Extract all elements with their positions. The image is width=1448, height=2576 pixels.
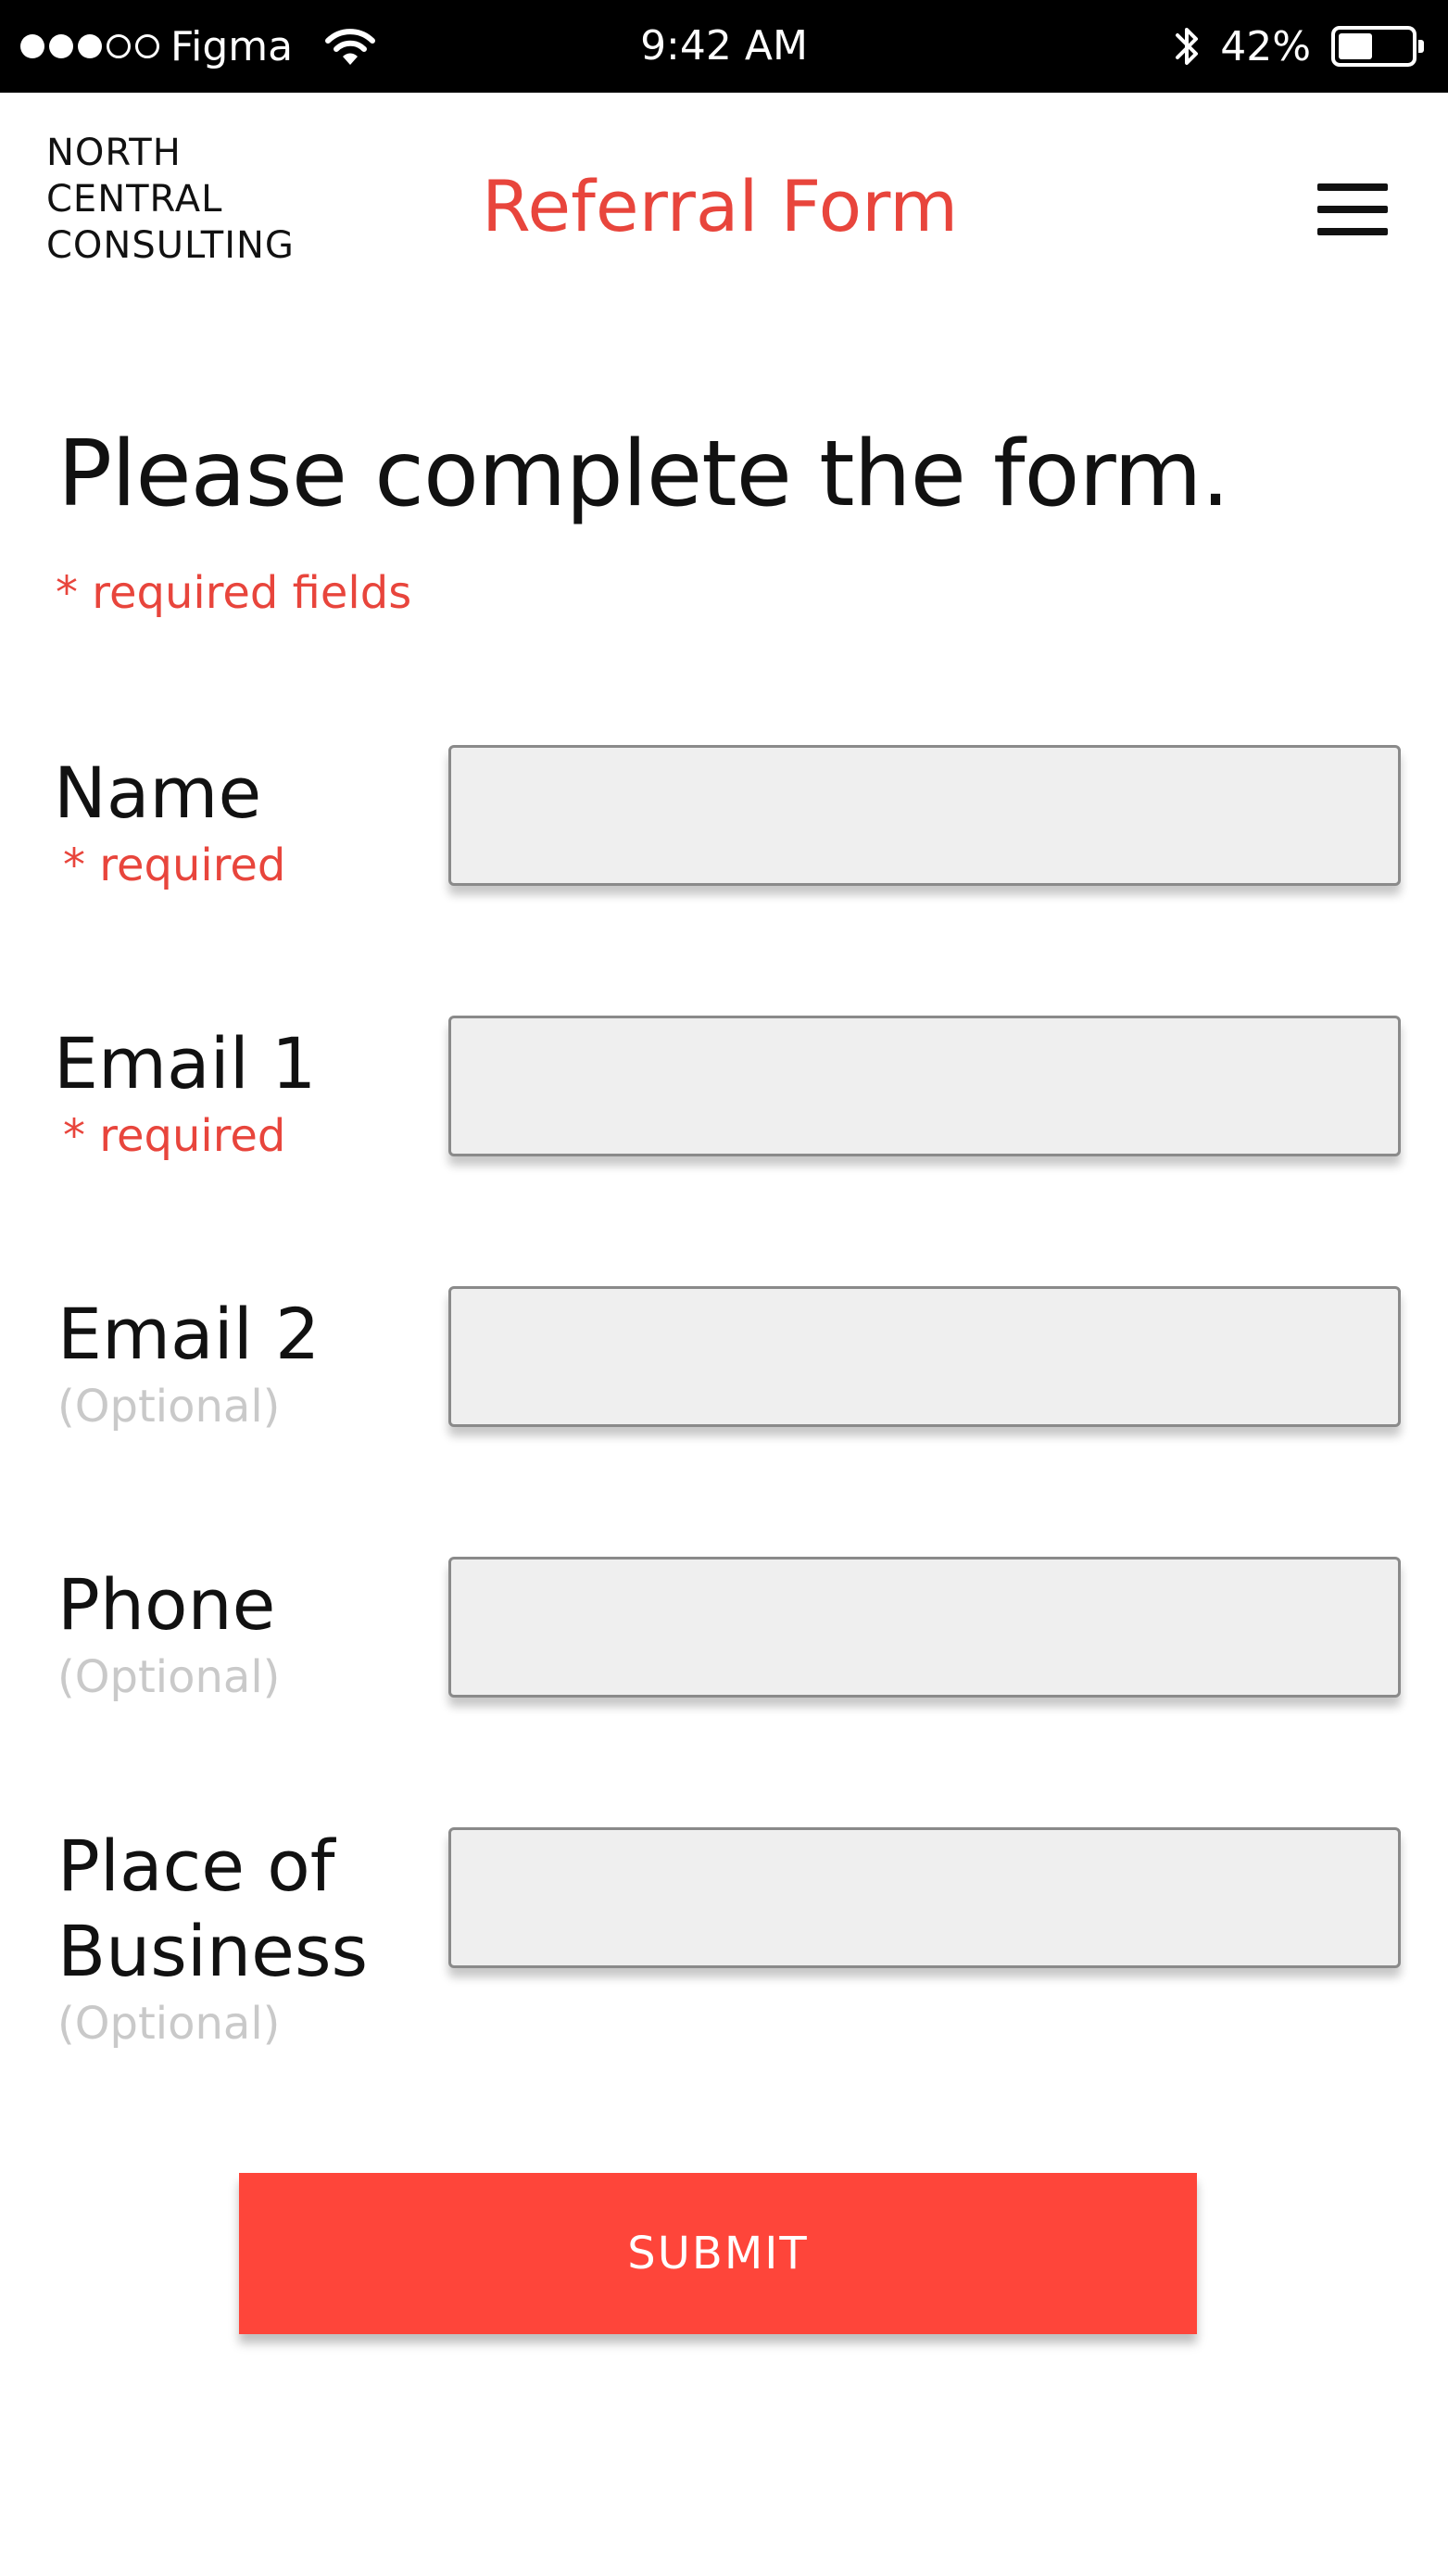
email-1-field[interactable]: [448, 1016, 1401, 1156]
submit-button[interactable]: SUBMIT: [239, 2173, 1197, 2334]
status-bar: Figma 9:42 AM 42%: [0, 0, 1448, 93]
battery-icon: [1331, 26, 1424, 67]
place-of-business-field[interactable]: [448, 1827, 1401, 1968]
email-2-label: Email 2: [57, 1293, 321, 1375]
page-title: Referral Form: [482, 165, 959, 247]
place-of-business-optional-note: (Optional): [57, 1998, 281, 2050]
menu-line: [1317, 206, 1388, 213]
brand-line: CONSULTING: [46, 224, 295, 267]
label-line: Place of: [57, 1825, 335, 1907]
email-2-optional-note: (Optional): [57, 1381, 281, 1433]
phone-label: Phone: [57, 1563, 276, 1646]
battery-percent: 42%: [1220, 22, 1311, 70]
bluetooth-icon: [1176, 28, 1199, 65]
menu-line: [1317, 183, 1388, 191]
name-field[interactable]: [448, 745, 1401, 886]
phone-optional-note: (Optional): [57, 1651, 281, 1703]
phone-field[interactable]: [448, 1557, 1401, 1698]
brand-line: NORTH: [46, 132, 182, 174]
required-fields-note: * required fields: [56, 567, 412, 619]
battery-cap: [1418, 40, 1424, 53]
status-right: 42%: [1172, 0, 1426, 93]
battery-fill: [1339, 33, 1372, 59]
brand-line: CENTRAL: [46, 178, 223, 221]
form-heading: Please complete the form.: [57, 422, 1230, 527]
hamburger-menu-icon[interactable]: [1317, 183, 1391, 239]
menu-line: [1317, 228, 1388, 235]
brand-logo: NORTH CENTRAL CONSULTING: [46, 130, 295, 269]
place-of-business-label: Place of Business: [57, 1824, 368, 1994]
name-label: Name: [54, 751, 262, 834]
label-line: Business: [57, 1910, 369, 1992]
email-2-field[interactable]: [448, 1286, 1401, 1427]
email-1-required-note: * required: [63, 1110, 286, 1162]
name-required-note: * required: [63, 840, 286, 891]
email-1-label: Email 1: [54, 1022, 317, 1105]
